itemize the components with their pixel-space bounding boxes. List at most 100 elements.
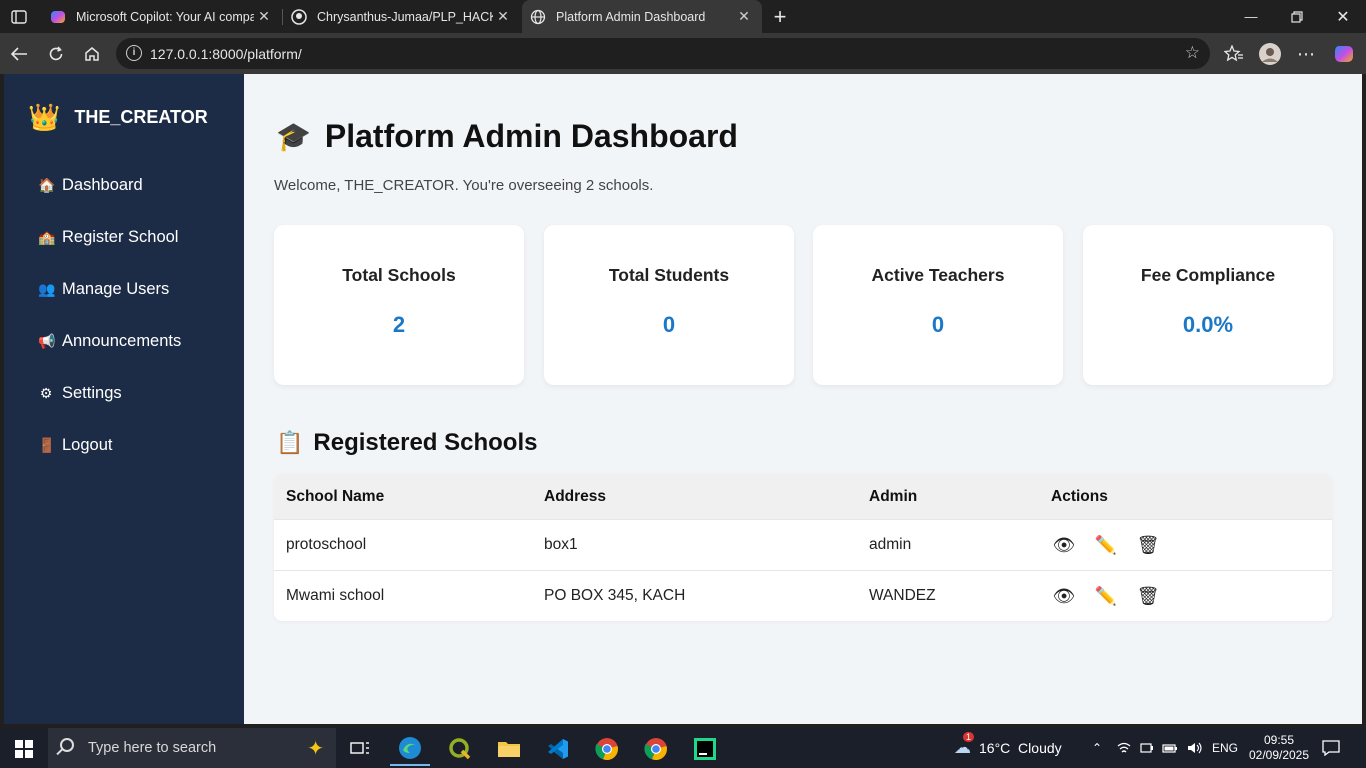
tab-github[interactable]: Chrysanthus-Jumaa/PLP_HACKATH ✕ [283, 0, 521, 33]
admin-cell: admin [869, 536, 912, 553]
back-button[interactable] [4, 39, 34, 69]
column-header: Address [544, 487, 607, 505]
clock[interactable]: 09:55 02/09/2025 [1249, 728, 1309, 768]
file-explorer-taskbar-icon[interactable] [489, 732, 529, 766]
sidebar-item-settings[interactable]: ⚙ Settings [38, 384, 122, 403]
sidebar-item-label: Announcements [62, 332, 182, 350]
taskbar-search-placeholder: Type here to search [88, 740, 217, 756]
profile-avatar[interactable] [1255, 39, 1285, 69]
sparkle-icon: ✦ [307, 738, 324, 760]
tab-actions-button[interactable] [4, 2, 34, 32]
language-text: ENG [1212, 741, 1239, 755]
delete-trash-icon[interactable]: 🗑 [1135, 583, 1161, 609]
chrome-profile-taskbar-icon[interactable] [636, 732, 676, 766]
delete-trash-icon[interactable]: 🗑 [1135, 532, 1161, 558]
actions-cell: 👁 ✏️ 🗑 [1051, 520, 1177, 570]
home-button[interactable] [77, 39, 107, 69]
close-icon[interactable]: ✕ [493, 8, 513, 25]
actions-cell: 👁 ✏️ 🗑 [1051, 571, 1177, 621]
close-icon[interactable]: ✕ [734, 8, 754, 25]
sidebar-item-label: Settings [62, 384, 122, 402]
page-title-text: Platform Admin Dashboard [324, 118, 738, 154]
door-icon: 🚪 [38, 437, 56, 453]
url-text: 127.0.0.1:8000/platform/ [150, 45, 302, 62]
sidebar-item-label: Logout [62, 436, 113, 454]
avatar-icon [1259, 43, 1281, 65]
task-view-icon [350, 742, 369, 754]
clipboard-icon: 📋 [276, 430, 304, 455]
tab-label: Microsoft Copilot: Your AI compan [76, 9, 254, 24]
section-heading-text: Registered Schools [313, 429, 538, 456]
power-icon[interactable] [1162, 728, 1178, 768]
table-row: protoschool box1 admin 👁 ✏️ 🗑 [274, 519, 1332, 570]
close-icon[interactable]: ✕ [254, 8, 274, 25]
sidebar-item-label: Register School [62, 228, 179, 246]
welcome-message: Welcome, THE_CREATOR. You're overseeing … [274, 177, 654, 194]
stat-label: Active Teachers [871, 265, 1005, 285]
edit-pencil-icon[interactable]: ✏️ [1093, 532, 1119, 558]
copilot-icon [50, 9, 66, 25]
section-heading: 📋 Registered Schools [276, 429, 537, 457]
more-options-button[interactable]: ⋯ [1291, 39, 1321, 69]
weather-text: 16°C Cloudy [979, 740, 1062, 756]
edit-pencil-icon[interactable]: ✏️ [1093, 583, 1119, 609]
new-tab-button[interactable]: + [764, 0, 796, 33]
sidebar-item-dashboard[interactable]: 🏠 Dashboard [38, 176, 143, 195]
notification-icon [1322, 740, 1340, 756]
show-hidden-icons-button[interactable]: ⌃ [1092, 728, 1102, 768]
brand: 👑 THE_CREATOR [28, 102, 208, 133]
favorites-button[interactable] [1219, 39, 1249, 69]
clock-date: 02/09/2025 [1248, 748, 1310, 762]
task-view-button[interactable] [340, 732, 380, 766]
house-icon: 🏠 [38, 177, 56, 193]
volume-icon[interactable] [1187, 728, 1203, 768]
qgis-taskbar-icon[interactable] [440, 732, 480, 766]
copilot-sidebar-button[interactable] [1329, 39, 1359, 69]
browser-tab-strip: Microsoft Copilot: Your AI compan ✕ Chry… [0, 0, 1366, 33]
language-indicator[interactable]: ENG [1212, 728, 1238, 768]
start-button[interactable] [4, 732, 44, 766]
battery-icon[interactable] [1140, 728, 1154, 768]
globe-icon [530, 9, 546, 25]
view-eye-icon[interactable]: 👁 [1051, 583, 1077, 609]
school-name-cell: Mwami school [286, 587, 385, 604]
megaphone-icon: 📢 [38, 333, 56, 349]
page-title: 🎓 Platform Admin Dashboard [276, 118, 738, 155]
tab-label: Platform Admin Dashboard [556, 9, 706, 24]
stat-value: 0 [662, 312, 676, 337]
tab-platform-admin[interactable]: Platform Admin Dashboard ✕ [522, 0, 762, 33]
windows-logo-icon [15, 740, 33, 758]
network-icon[interactable] [1117, 728, 1131, 768]
minimize-button[interactable]: — [1228, 0, 1274, 33]
school-icon: 🏫 [38, 229, 56, 245]
tab-copilot[interactable]: Microsoft Copilot: Your AI compan ✕ [42, 0, 282, 33]
tab-label: Chrysanthus-Jumaa/PLP_HACKATH [317, 9, 493, 24]
restore-button[interactable] [1274, 0, 1320, 33]
favorite-star-icon[interactable]: ☆ [1185, 43, 1200, 63]
chrome-taskbar-icon[interactable] [587, 732, 627, 766]
taskbar-search[interactable]: Type here to search ✦ [48, 728, 336, 768]
edge-taskbar-icon[interactable] [390, 732, 430, 766]
pycharm-taskbar-icon[interactable] [685, 732, 725, 766]
search-icon [60, 738, 74, 752]
site-info-icon[interactable]: i [126, 45, 142, 61]
weather-widget[interactable]: ☁ 1 16°C Cloudy [954, 728, 1062, 768]
school-name-cell: protoschool [286, 536, 367, 553]
refresh-button[interactable] [41, 39, 71, 69]
address-bar[interactable]: i 127.0.0.1:8000/platform/ ☆ [116, 38, 1210, 69]
stat-label: Total Students [608, 265, 730, 285]
sidebar-item-manage-users[interactable]: 👥 Manage Users [38, 280, 169, 299]
notifications-button[interactable] [1322, 728, 1340, 768]
stat-value: 0.0% [1182, 312, 1234, 337]
brand-name: THE_CREATOR [74, 107, 208, 127]
users-icon: 👥 [38, 281, 56, 297]
sidebar-item-logout[interactable]: 🚪 Logout [38, 436, 112, 455]
table-header: School Name Address Admin Actions [274, 474, 1332, 519]
sidebar-item-label: Dashboard [62, 176, 143, 194]
close-window-button[interactable]: ✕ [1320, 0, 1366, 33]
stat-value: 2 [392, 312, 406, 337]
sidebar-item-announcements[interactable]: 📢 Announcements [38, 332, 181, 351]
view-eye-icon[interactable]: 👁 [1051, 532, 1077, 558]
sidebar-item-register-school[interactable]: 🏫 Register School [38, 228, 178, 247]
vscode-taskbar-icon[interactable] [538, 732, 578, 766]
